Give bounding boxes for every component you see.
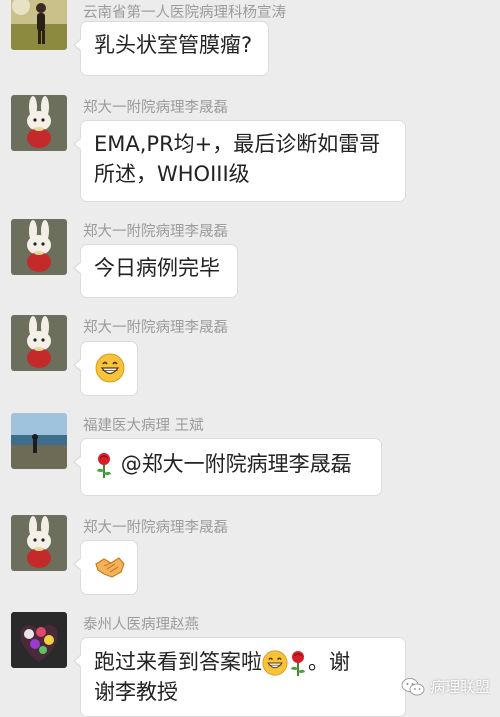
sender-avatar[interactable] — [11, 0, 67, 50]
rose-emoji — [291, 651, 305, 676]
bunny-plush-avatar — [11, 515, 67, 571]
sender-avatar[interactable] — [11, 413, 67, 469]
sender-avatar[interactable] — [11, 315, 67, 371]
sender-name: 泰州人医病理赵燕 — [83, 617, 199, 633]
message-text: 乳头状室管膜瘤? — [94, 33, 253, 57]
message-bubble[interactable] — [73, 540, 138, 595]
beach-photo-avatar — [11, 413, 67, 469]
handshake-emoji — [95, 557, 125, 578]
message-text-line-1: EMA,PR均+，最后诊断如雷哥 — [94, 132, 381, 156]
bunny-plush-avatar — [11, 315, 67, 371]
flower-photo-avatar — [11, 612, 67, 668]
message-text-line-2: 所述，WHOIII级 — [94, 162, 250, 186]
message-bubble[interactable]: @郑大一附院病理李晟磊 — [73, 438, 382, 496]
message-text: 今日病例完毕 — [94, 256, 220, 280]
message-bubble[interactable]: 跑过来看到答案啦 。谢 谢李教授 — [73, 637, 406, 717]
sender-name: 郑大一附院病理李晟磊 — [83, 100, 228, 116]
sender-name: 郑大一附院病理李晟磊 — [83, 224, 228, 240]
message-text-part: 。谢 — [308, 650, 350, 674]
watermark: 病理联盟 — [401, 676, 490, 697]
message-bubble[interactable]: 今日病例完毕 — [73, 244, 238, 298]
message-text: @郑大一附院病理李晟磊 — [120, 452, 352, 476]
grin-emoji — [95, 353, 125, 383]
sender-name: 云南省第一人医院病理科杨宣涛 — [83, 5, 286, 21]
sender-name: 福建医大病理 王斌 — [83, 418, 204, 434]
sender-avatar[interactable] — [11, 95, 67, 151]
sender-avatar[interactable] — [11, 515, 67, 571]
sender-avatar[interactable] — [11, 612, 67, 668]
message-text-line-1: 跑过来看到答案啦 。谢 — [94, 647, 393, 677]
bunny-plush-avatar — [11, 219, 67, 275]
sender-name: 郑大一附院病理李晟磊 — [83, 520, 228, 536]
message-bubble[interactable]: EMA,PR均+，最后诊断如雷哥 所述，WHOIII级 — [73, 120, 406, 202]
person-photo-avatar — [11, 0, 67, 50]
watermark-text: 病理联盟 — [429, 678, 490, 696]
bunny-plush-avatar — [11, 95, 67, 151]
message-bubble[interactable] — [73, 341, 138, 396]
wechat-icon — [401, 677, 425, 695]
message-bubble[interactable]: 乳头状室管膜瘤? — [73, 21, 269, 76]
sender-name: 郑大一附院病理李晟磊 — [83, 320, 228, 336]
message-text-part: 跑过来看到答案啦 — [94, 650, 262, 674]
sender-avatar[interactable] — [11, 219, 67, 275]
rose-emoji — [97, 453, 111, 478]
message-text-line-2: 谢李教授 — [94, 680, 178, 704]
grin-emoji — [262, 650, 288, 676]
